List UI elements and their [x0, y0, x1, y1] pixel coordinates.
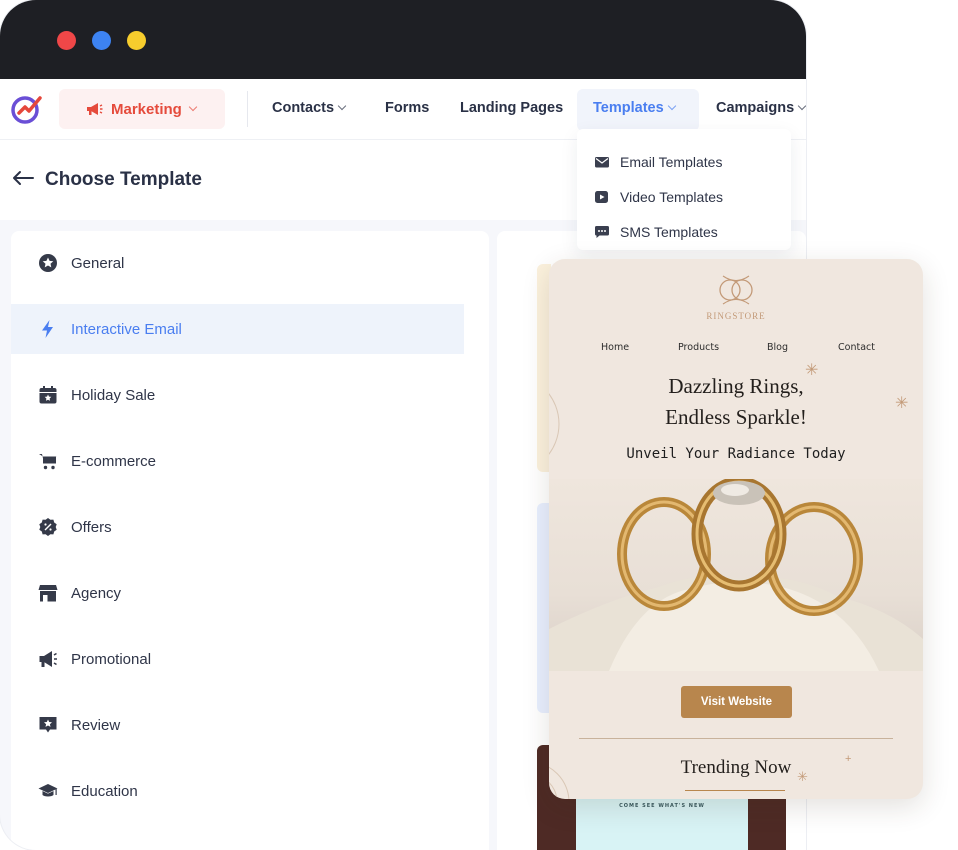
marketing-menu-button[interactable]: Marketing — [59, 89, 225, 129]
dropdown-sms-templates[interactable]: SMS Templates — [577, 214, 791, 249]
dropdown-video-templates-label: Video Templates — [620, 188, 723, 205]
visit-website-button[interactable]: Visit Website — [681, 686, 792, 718]
graduation-cap-icon — [38, 784, 58, 797]
category-e-commerce[interactable]: E-commerce — [11, 436, 464, 486]
nav-forms[interactable]: Forms — [385, 100, 429, 116]
email-template-preview[interactable]: RINGSTORE Home Products Blog Contact ✳ ✳… — [549, 259, 923, 799]
storefront-icon — [38, 585, 58, 602]
category-agency[interactable]: Agency — [11, 568, 464, 618]
nav-templates-label: Templates — [593, 100, 664, 116]
nav-campaigns-label: Campaigns — [716, 100, 795, 116]
star-badge-icon — [39, 254, 57, 272]
ringstore-logo-icon — [719, 275, 753, 305]
category-e-commerce-label: E-commerce — [71, 452, 157, 470]
preview-nav-home: Home — [601, 342, 630, 353]
envelope-icon — [595, 156, 609, 167]
headline-line-1: Dazzling Rings, — [668, 374, 804, 398]
megaphone-icon — [39, 651, 57, 667]
minimize-window-button[interactable] — [92, 31, 111, 50]
percent-badge-icon — [39, 518, 57, 536]
maximize-window-button[interactable] — [127, 31, 146, 50]
nav-forms-label: Forms — [385, 100, 430, 116]
category-holiday-sale[interactable]: Holiday Sale — [11, 370, 464, 420]
chevron-down-icon — [797, 101, 806, 111]
dropdown-email-templates-label: Email Templates — [620, 153, 723, 170]
category-general-label: General — [71, 254, 125, 272]
nav-contacts[interactable]: Contacts — [272, 100, 347, 116]
sparkle-icon: ✳ — [797, 769, 808, 784]
preview-headline: Dazzling Rings, Endless Sparkle! — [549, 371, 923, 433]
preview-nav-blog: Blog — [767, 342, 788, 353]
preview-nav-products: Products — [678, 342, 720, 353]
category-sidebar: General Interactive Email Holiday Sale E… — [11, 231, 489, 850]
category-offers[interactable]: Offers — [11, 502, 464, 552]
star-message-icon — [39, 717, 57, 733]
nav-divider — [247, 91, 248, 127]
video-icon — [595, 190, 608, 203]
brand-name: RINGSTORE — [706, 311, 766, 321]
category-holiday-sale-label: Holiday Sale — [71, 386, 156, 404]
decorative-arcs — [549, 766, 570, 799]
thumbnail-content: COME SEE WHAT'S NEW — [576, 797, 748, 850]
sparkle-icon: + — [845, 753, 852, 765]
headline-line-2: Endless Sparkle! — [665, 405, 807, 429]
heading-underline — [685, 790, 785, 791]
preview-subheadline: Unveil Your Radiance Today — [626, 446, 846, 462]
window-titlebar — [0, 0, 806, 79]
category-review[interactable]: Review — [11, 700, 464, 750]
category-offers-label: Offers — [71, 518, 112, 536]
close-window-button[interactable] — [57, 31, 76, 50]
back-arrow-icon[interactable] — [12, 170, 34, 186]
app-logo-icon[interactable] — [10, 92, 44, 126]
nav-landing-pages-label: Landing Pages — [460, 100, 564, 116]
preview-nav-contact: Contact — [838, 342, 875, 353]
chat-icon — [595, 225, 609, 238]
nav-campaigns[interactable]: Campaigns — [716, 100, 806, 116]
chevron-down-icon — [188, 102, 198, 112]
category-promotional[interactable]: Promotional — [11, 634, 464, 684]
calendar-star-icon — [39, 386, 57, 404]
category-agency-label: Agency — [71, 584, 122, 602]
divider-line — [579, 738, 893, 739]
nav-contacts-label: Contacts — [272, 100, 335, 116]
dropdown-video-templates[interactable]: Video Templates — [577, 179, 791, 214]
thumbnail-heading: COME SEE WHAT'S NEW — [619, 803, 705, 809]
marketing-label: Marketing — [111, 100, 182, 118]
nav-landing-pages[interactable]: Landing Pages — [460, 100, 563, 116]
megaphone-icon — [87, 103, 103, 115]
category-general[interactable]: General — [11, 238, 464, 288]
lightning-icon — [42, 320, 53, 338]
chevron-down-icon — [337, 101, 347, 111]
dropdown-email-templates[interactable]: Email Templates — [577, 144, 791, 179]
nav-templates[interactable]: Templates — [593, 100, 676, 116]
chevron-down-icon — [667, 101, 676, 111]
category-promotional-label: Promotional — [71, 650, 152, 668]
category-review-label: Review — [71, 716, 121, 734]
cart-icon — [39, 454, 57, 470]
category-education[interactable]: Education — [11, 766, 464, 816]
templates-dropdown-menu: Email Templates Video Templates SMS Temp… — [577, 129, 791, 250]
dropdown-sms-templates-label: SMS Templates — [620, 223, 718, 240]
rings-hero-image — [549, 476, 923, 671]
page-title: Choose Template — [45, 169, 202, 190]
category-interactive-email[interactable]: Interactive Email — [11, 304, 464, 354]
category-interactive-email-label: Interactive Email — [71, 320, 182, 338]
trending-now-heading: Trending Now — [680, 757, 792, 778]
category-education-label: Education — [71, 782, 138, 800]
